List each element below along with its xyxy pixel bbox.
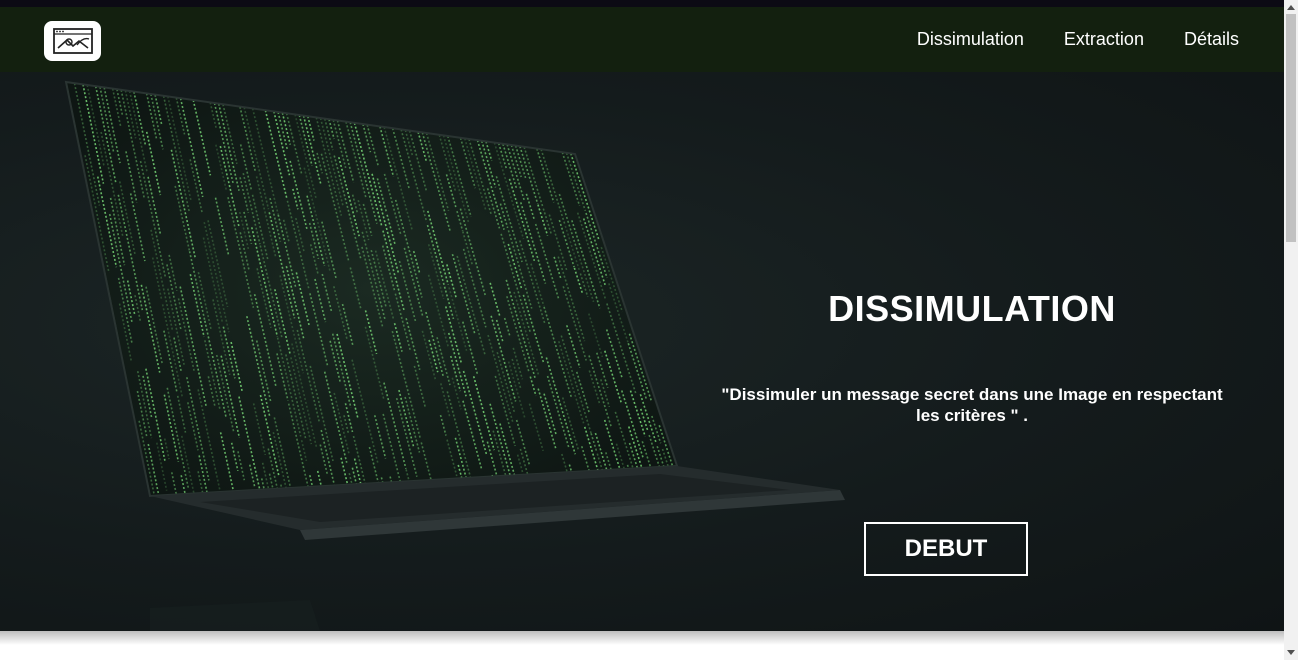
image-signature-icon: [52, 28, 93, 54]
hero-subtitle-line2: les critères " .: [915, 406, 1029, 425]
debut-button[interactable]: DEBUT: [864, 522, 1028, 576]
logo[interactable]: [44, 21, 101, 61]
hero-subtitle-line1: "Dissimuler un message secret dans une I…: [721, 385, 1223, 404]
browser-top-strip: [0, 0, 1284, 7]
hero-bottom-shadow: [0, 631, 1284, 645]
scroll-up-arrow-icon[interactable]: [1284, 0, 1298, 14]
nav-links: Dissimulation Extraction Détails: [917, 7, 1239, 72]
scroll-thumb[interactable]: [1286, 14, 1296, 242]
nav-link-details[interactable]: Détails: [1184, 29, 1239, 50]
nav-link-dissimulation[interactable]: Dissimulation: [917, 29, 1024, 50]
hero-subtitle: "Dissimuler un message secret dans une I…: [712, 384, 1232, 426]
hero-title: DISSIMULATION: [828, 288, 1116, 329]
nav-link-extraction[interactable]: Extraction: [1064, 29, 1144, 50]
hero-content: DISSIMULATION "Dissimuler un message sec…: [712, 72, 1232, 631]
hero-section: DISSIMULATION "Dissimuler un message sec…: [0, 72, 1284, 631]
navbar: Dissimulation Extraction Détails: [0, 7, 1284, 72]
scroll-down-arrow-icon[interactable]: [1284, 646, 1298, 660]
page-scrollbar[interactable]: [1284, 0, 1298, 660]
